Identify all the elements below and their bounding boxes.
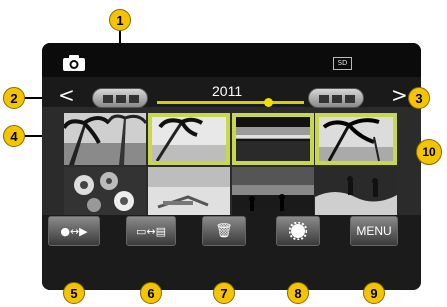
auto-index-button[interactable]: [276, 216, 320, 246]
camera-mode-icon: [63, 55, 85, 71]
thumbnail-5[interactable]: [64, 167, 146, 215]
thumbnail-4[interactable]: [315, 113, 397, 165]
current-year: 2011: [212, 83, 243, 99]
beach-chair-image: [148, 167, 230, 215]
sunset-people-image: [232, 167, 314, 215]
dots-icon: [319, 95, 355, 103]
callout-1: 1: [109, 9, 131, 31]
callout-2: 2: [3, 87, 25, 109]
sd-card-icon: SD: [333, 57, 352, 70]
prev-date-arrow[interactable]: <: [58, 85, 75, 105]
dots-icon: [103, 95, 139, 103]
date-timeline-bar[interactable]: [157, 101, 304, 104]
callout-8: 8: [287, 282, 309, 304]
thumbnail-7[interactable]: [232, 167, 314, 215]
palm-beach-image: [152, 117, 226, 161]
callout-4: 4: [3, 125, 25, 147]
callout-9: 9: [363, 282, 385, 304]
camera-screen: SD < > 2011: [42, 43, 421, 290]
callout-7: 7: [213, 282, 235, 304]
callout-5: 5: [63, 282, 85, 304]
next-date-arrow[interactable]: >: [391, 85, 408, 105]
thumbnail-6[interactable]: [148, 167, 230, 215]
next-date-button[interactable]: [308, 88, 364, 108]
thumbnail-8[interactable]: [315, 167, 397, 215]
palms-silhouette-image: [319, 117, 393, 161]
thumbnail-2[interactable]: [148, 113, 230, 165]
play-mode-toggle-button[interactable]: ●↔▶: [48, 216, 100, 246]
prev-date-button[interactable]: [92, 88, 148, 108]
gear-icon: [289, 222, 307, 240]
callout-3: 3: [408, 87, 430, 109]
callout-10: 10: [416, 139, 442, 165]
thumbnail-3[interactable]: [232, 113, 314, 165]
delete-button[interactable]: 🗑: [202, 216, 246, 246]
waves-people-image: [315, 167, 397, 215]
menu-button[interactable]: MENU: [350, 216, 398, 246]
horizon-image: [236, 117, 310, 161]
palm-trees-image: [64, 113, 146, 165]
flowers-image: [64, 167, 146, 215]
index-display-toggle-button[interactable]: ▭↔▤: [126, 216, 176, 246]
thumbnail-1[interactable]: [64, 113, 146, 165]
callout-6: 6: [140, 282, 162, 304]
top-bar: SD: [42, 43, 421, 77]
